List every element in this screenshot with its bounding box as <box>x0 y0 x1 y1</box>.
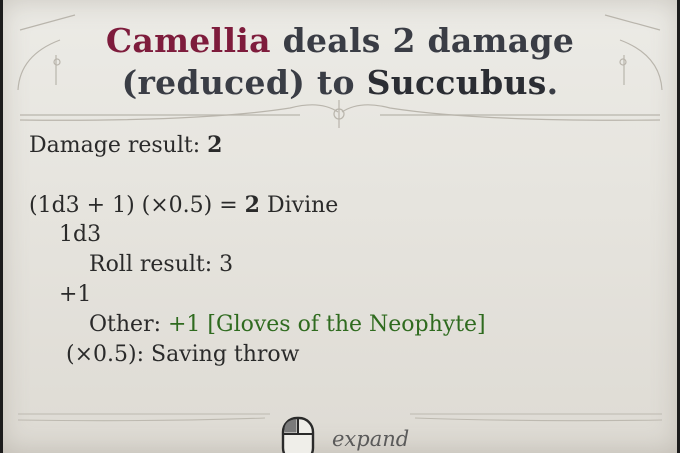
roll-result-value: 3 <box>219 252 234 277</box>
damage-result-row: Damage result: 2 <box>29 130 222 160</box>
multiplier-row: (×0.5): Saving throw <box>66 340 300 370</box>
title-end-punct: . <box>546 63 559 102</box>
roll-result-label: Roll result: <box>89 252 213 277</box>
damage-event-title: Camellia deals 2 damage (reduced) to Suc… <box>80 20 600 104</box>
mouse-icon <box>281 416 315 453</box>
dice-row: 1d3 <box>59 220 101 250</box>
damage-result-label: Damage result: <box>29 133 201 158</box>
bonus-row: +1 <box>59 280 91 310</box>
expand-label[interactable]: expand <box>332 427 409 451</box>
bonus-label: +1 <box>59 282 92 307</box>
actor-name[interactable]: Camellia <box>106 21 271 60</box>
roll-result-row: Roll result: 3 <box>89 250 233 280</box>
combat-log-tooltip: Camellia deals 2 damage (reduced) to Suc… <box>0 0 680 453</box>
formula-row: (1d3 + 1) (×0.5) = 2 Divine <box>29 190 338 220</box>
formula-damage-type: Divine <box>266 193 339 218</box>
other-label: Other: <box>89 312 161 337</box>
other-bonus-row: Other: +1 [Gloves of the Neophyte] <box>89 310 486 340</box>
damage-result-value: 2 <box>207 132 223 158</box>
dice-label: 1d3 <box>59 222 102 247</box>
other-bonus-value[interactable]: +1 [Gloves of the Neophyte] <box>168 312 486 337</box>
formula-total: 2 <box>244 192 260 218</box>
multiplier-text: (×0.5): Saving throw <box>66 342 300 367</box>
target-name[interactable]: Succubus <box>367 63 547 102</box>
formula-prefix: (1d3 + 1) (×0.5) = <box>29 193 238 218</box>
